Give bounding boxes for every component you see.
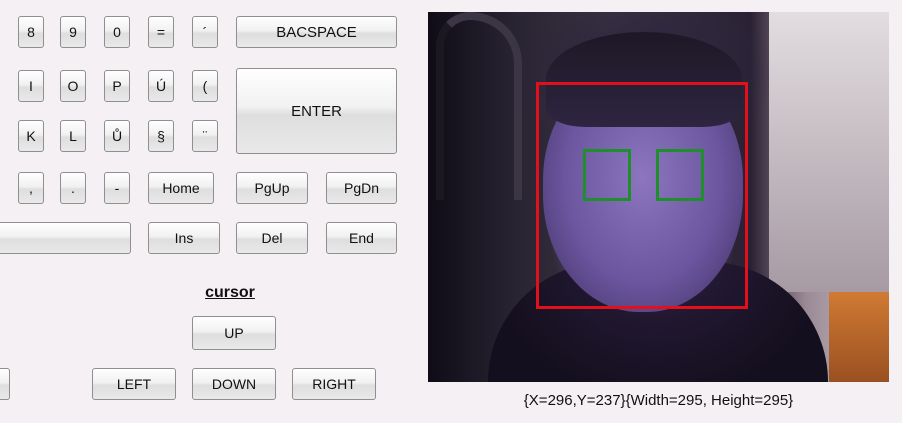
key-0[interactable]: 0 xyxy=(104,16,130,48)
space-key[interactable] xyxy=(0,222,131,254)
key-l[interactable]: L xyxy=(60,120,86,152)
cursor-section-label: cursor xyxy=(205,284,255,301)
background-wall xyxy=(769,12,889,292)
right-key[interactable]: RIGHT xyxy=(292,368,376,400)
key-diaeresis[interactable]: ¨ xyxy=(192,120,218,152)
backspace-key[interactable]: BACSPACE xyxy=(236,16,397,48)
up-key[interactable]: UP xyxy=(192,316,276,350)
del-key[interactable]: Del xyxy=(236,222,308,254)
key-u-ring[interactable]: Ů xyxy=(104,120,130,152)
key-minus[interactable]: - xyxy=(104,172,130,204)
face-coordinates-readout: {X=296,Y=237}{Width=295, Height=295} xyxy=(523,392,794,409)
pgdn-key[interactable]: PgDn xyxy=(326,172,397,204)
key-equals[interactable]: = xyxy=(148,16,174,48)
key-o[interactable]: O xyxy=(60,70,86,102)
key-u-acute[interactable]: Ú xyxy=(148,70,174,102)
pgup-key[interactable]: PgUp xyxy=(236,172,308,204)
face-detection-box xyxy=(536,82,748,309)
enter-key[interactable]: ENTER xyxy=(236,68,397,154)
key-comma[interactable]: , xyxy=(18,172,44,204)
right-eye-detection-box xyxy=(656,149,704,201)
key-paren-open[interactable]: ( xyxy=(192,70,218,102)
partial-left-key[interactable] xyxy=(0,368,10,400)
key-acute[interactable]: ´ xyxy=(192,16,218,48)
ins-key[interactable]: Ins xyxy=(148,222,220,254)
left-key[interactable]: LEFT xyxy=(92,368,176,400)
key-8[interactable]: 8 xyxy=(18,16,44,48)
key-p[interactable]: P xyxy=(104,70,130,102)
key-period[interactable]: . xyxy=(60,172,86,204)
left-eye-detection-box xyxy=(583,149,631,201)
key-k[interactable]: K xyxy=(18,120,44,152)
down-key[interactable]: DOWN xyxy=(192,368,276,400)
key-i[interactable]: I xyxy=(18,70,44,102)
background-cable xyxy=(436,12,522,200)
key-section[interactable]: § xyxy=(148,120,174,152)
end-key[interactable]: End xyxy=(326,222,397,254)
home-key[interactable]: Home xyxy=(148,172,214,204)
camera-feed xyxy=(428,12,889,382)
key-9[interactable]: 9 xyxy=(60,16,86,48)
background-sofa xyxy=(829,292,889,382)
